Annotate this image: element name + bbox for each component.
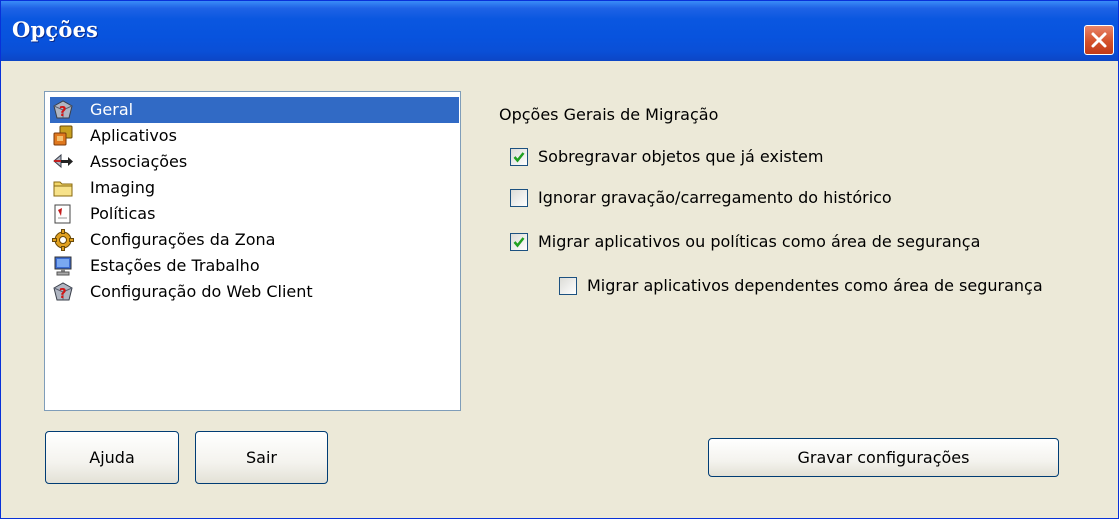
overwrite-objects-checkbox[interactable] bbox=[510, 148, 528, 166]
applications-icon bbox=[52, 125, 74, 147]
list-item-web-client[interactable]: ? Configuração do Web Client bbox=[50, 279, 459, 305]
associations-icon bbox=[52, 151, 74, 173]
list-item-label: Imaging bbox=[90, 178, 156, 197]
title-bar[interactable]: Opções bbox=[1, 1, 1118, 61]
save-settings-button[interactable]: Gravar configurações bbox=[708, 438, 1059, 477]
option-label: Ignorar gravação/carregamento do históri… bbox=[538, 188, 892, 207]
list-item-label: Estações de Trabalho bbox=[90, 256, 260, 275]
folder-icon bbox=[52, 177, 74, 199]
list-item-estacoes-trabalho[interactable]: Estações de Trabalho bbox=[50, 253, 459, 279]
list-item-configuracoes-zona[interactable]: Configurações da Zona bbox=[50, 227, 459, 253]
list-item-label: Aplicativos bbox=[90, 126, 177, 145]
help-gem-icon: ? bbox=[52, 99, 74, 121]
list-item-label: Políticas bbox=[90, 204, 156, 223]
option-label: Sobregravar objetos que já existem bbox=[538, 147, 824, 166]
workstation-icon bbox=[52, 255, 74, 277]
help-button[interactable]: Ajuda bbox=[45, 431, 179, 484]
option-label: Migrar aplicativos dependentes como área… bbox=[587, 276, 1043, 295]
ignore-history-checkbox[interactable] bbox=[510, 189, 528, 207]
policy-icon bbox=[52, 203, 74, 225]
list-item-politicas[interactable]: Políticas bbox=[50, 201, 459, 227]
options-dialog: Opções ? Geral Aplicativos Associações I… bbox=[0, 0, 1119, 519]
list-item-imaging[interactable]: Imaging bbox=[50, 175, 459, 201]
checkmark-icon bbox=[513, 152, 525, 163]
checkmark-icon bbox=[513, 237, 525, 248]
section-title: Opções Gerais de Migração bbox=[499, 105, 719, 124]
option-label: Migrar aplicativos ou políticas como áre… bbox=[538, 232, 981, 251]
svg-text:?: ? bbox=[59, 287, 67, 302]
web-client-icon: ? bbox=[52, 281, 74, 303]
list-item-geral[interactable]: ? Geral bbox=[50, 97, 459, 123]
list-item-label: Geral bbox=[90, 100, 134, 119]
window-title: Opções bbox=[12, 17, 99, 42]
close-icon bbox=[1091, 32, 1107, 48]
list-item-label: Associações bbox=[90, 152, 188, 171]
list-item-label: Configuração do Web Client bbox=[90, 282, 313, 301]
zone-gear-icon bbox=[52, 229, 74, 251]
exit-button[interactable]: Sair bbox=[195, 431, 328, 484]
svg-text:?: ? bbox=[59, 105, 67, 120]
category-list[interactable]: ? Geral Aplicativos Associações Imaging … bbox=[44, 91, 461, 411]
migrate-dependents-checkbox[interactable] bbox=[559, 277, 577, 295]
list-item-label: Configurações da Zona bbox=[90, 230, 276, 249]
list-item-aplicativos[interactable]: Aplicativos bbox=[50, 123, 459, 149]
list-item-associacoes[interactable]: Associações bbox=[50, 149, 459, 175]
dialog-body: ? Geral Aplicativos Associações Imaging … bbox=[1, 61, 1118, 518]
close-button[interactable] bbox=[1084, 25, 1114, 55]
migrate-security-area-checkbox[interactable] bbox=[510, 233, 528, 251]
